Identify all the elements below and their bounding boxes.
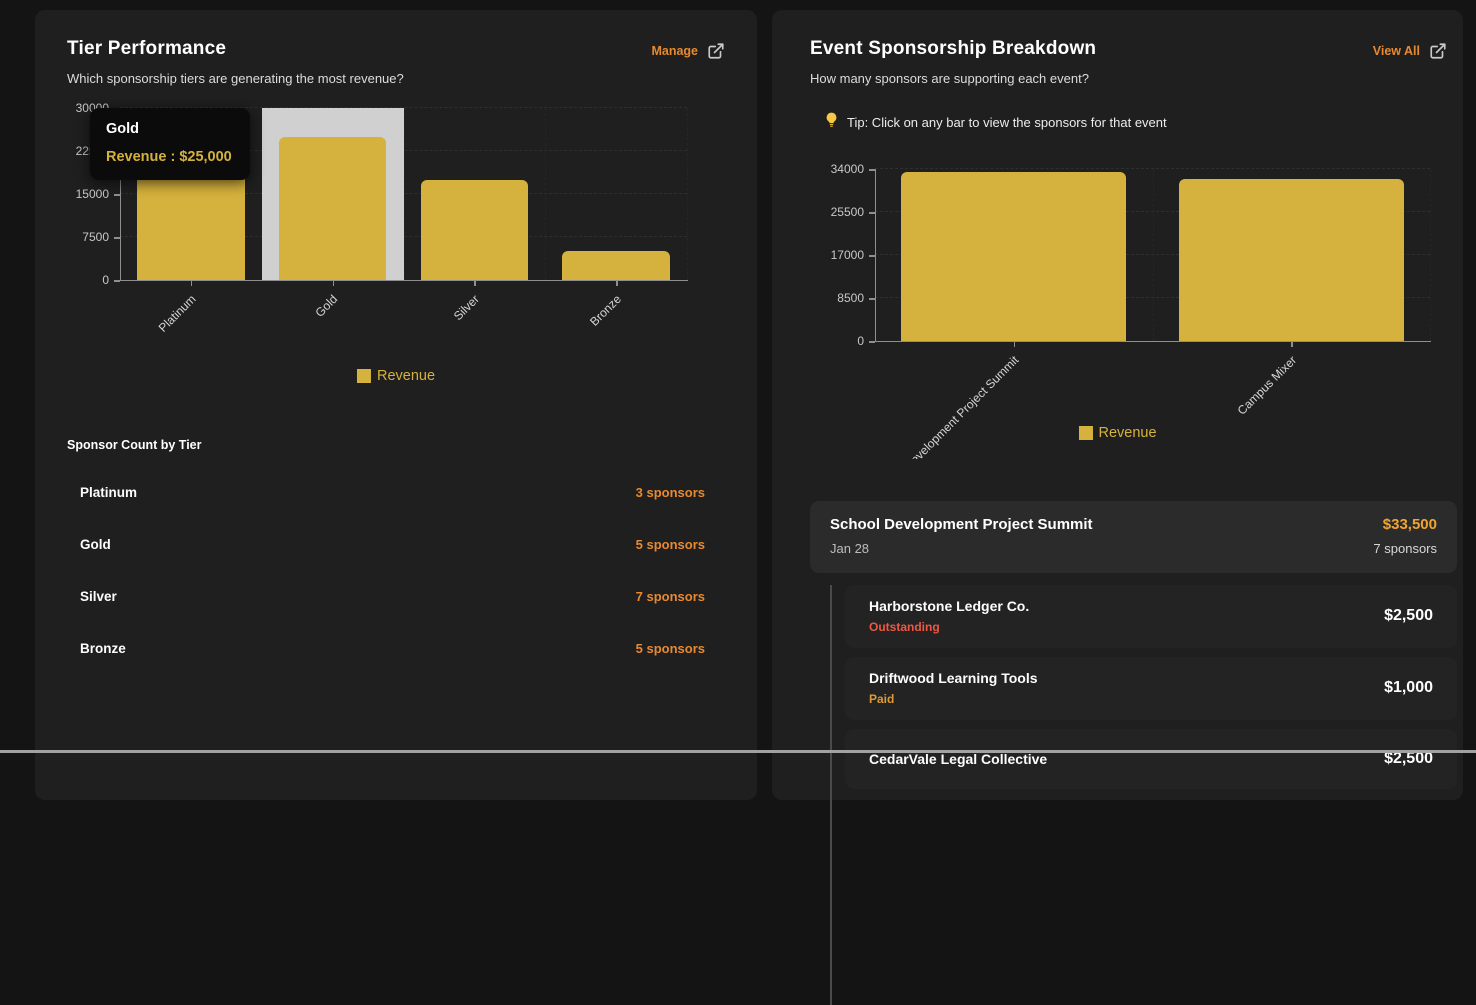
tier-sponsor-count: 5 sponsors xyxy=(636,641,705,656)
tier-sponsor-count: 3 sponsors xyxy=(636,485,705,500)
tip-row: Tip: Click on any bar to view the sponso… xyxy=(824,112,1463,133)
bar-campus-mixer[interactable] xyxy=(1179,179,1404,341)
y-axis-tick-label: 0 xyxy=(67,273,109,287)
tier-revenue-bar-chart: 07500150002250030000PlatinumGoldSilverBr… xyxy=(67,98,725,398)
x-axis-label: Gold xyxy=(313,292,341,320)
event-total-amount: $33,500 xyxy=(1383,516,1437,533)
event-sponsor-count: 7 sponsors xyxy=(1373,541,1437,556)
tip-text: Tip: Click on any bar to view the sponso… xyxy=(847,115,1167,130)
gridline-vertical xyxy=(545,108,546,280)
gridline-vertical xyxy=(687,108,688,280)
y-axis-tick-label: 34000 xyxy=(772,162,864,176)
x-axis-label: Campus Mixer xyxy=(1235,353,1300,418)
x-axis-label: School Development Project Summit xyxy=(874,353,1022,459)
sponsor-status-badge: Paid xyxy=(869,692,1038,706)
tier-label: Silver xyxy=(80,589,117,604)
tooltip-value: Revenue : $25,000 xyxy=(106,149,232,165)
sponsor-info: Driftwood Learning Tools Paid xyxy=(869,670,1038,706)
bar-silver[interactable] xyxy=(421,180,529,280)
gridline-vertical xyxy=(1153,169,1154,341)
gridline-vertical xyxy=(404,108,405,280)
tier-row-platinum: Platinum 3 sponsors xyxy=(67,466,725,518)
tier-sponsor-count: 7 sponsors xyxy=(636,589,705,604)
legend-revenue[interactable]: Revenue xyxy=(357,368,435,384)
sponsor-count-heading: Sponsor Count by Tier xyxy=(67,438,725,452)
sponsor-name: Harborstone Ledger Co. xyxy=(869,598,1029,614)
sponsor-row-cedarvale[interactable]: CedarVale Legal Collective $2,500 xyxy=(845,729,1457,789)
event-sponsor-list: Harborstone Ledger Co. Outstanding $2,50… xyxy=(830,585,1457,1005)
legend-swatch xyxy=(357,369,371,383)
x-axis-line xyxy=(119,280,688,281)
bar-gold[interactable] xyxy=(279,137,387,280)
y-axis-tick-label: 25500 xyxy=(772,205,864,219)
y-axis-tick-label: 0 xyxy=(772,334,864,348)
y-axis-tick-label: 7500 xyxy=(67,230,109,244)
tooltip-title: Gold xyxy=(106,121,232,137)
panel-title: Event Sponsorship Breakdown xyxy=(810,38,1096,60)
sponsor-status-badge: Outstanding xyxy=(869,620,1029,634)
panel-subtitle: Which sponsorship tiers are generating t… xyxy=(67,71,404,86)
event-breakdown-header: Event Sponsorship Breakdown How many spo… xyxy=(772,38,1463,86)
event-name: School Development Project Summit xyxy=(830,516,1093,533)
sponsor-amount: $1,000 xyxy=(1384,679,1433,697)
sponsor-list-connector-line xyxy=(830,585,832,1005)
chart-tooltip: Gold Revenue : $25,000 xyxy=(90,108,250,180)
sponsor-name: Driftwood Learning Tools xyxy=(869,670,1038,686)
legend-label: Revenue xyxy=(377,368,435,384)
tier-label: Platinum xyxy=(80,485,137,500)
legend-swatch xyxy=(1078,426,1092,440)
gridline-vertical xyxy=(1430,169,1431,341)
y-axis-tick-label: 15000 xyxy=(67,187,109,201)
legend-revenue[interactable]: Revenue xyxy=(1078,425,1156,441)
event-date: Jan 28 xyxy=(830,541,869,556)
event-revenue-bar-chart: 0 8500 17000 25500 34000 School Development P… xyxy=(772,143,1463,459)
x-axis-label: Silver xyxy=(451,292,482,323)
sponsor-count-rows: Platinum 3 sponsors Gold 5 sponsors Silv… xyxy=(67,466,725,674)
manage-link-label: Manage xyxy=(651,44,698,58)
bar-bronze[interactable] xyxy=(562,251,670,280)
panel-subtitle: How many sponsors are supporting each ev… xyxy=(810,71,1096,86)
event-summary-row2: Jan 28 7 sponsors xyxy=(830,541,1437,556)
event-breakdown-heading-block: Event Sponsorship Breakdown How many spo… xyxy=(810,38,1096,86)
tier-performance-header: Tier Performance Which sponsorship tiers… xyxy=(67,38,725,86)
view-all-link[interactable]: View All xyxy=(1373,42,1447,60)
sponsor-row-driftwood[interactable]: Driftwood Learning Tools Paid $1,000 xyxy=(845,657,1457,720)
panel-title: Tier Performance xyxy=(67,38,404,60)
sponsor-row-harborstone[interactable]: Harborstone Ledger Co. Outstanding $2,50… xyxy=(845,585,1457,648)
tier-row-gold: Gold 5 sponsors xyxy=(67,518,725,570)
y-axis-tick-label: 17000 xyxy=(772,248,864,262)
x-axis-label: Platinum xyxy=(156,292,199,335)
x-axis-line xyxy=(874,341,1431,342)
dashboard-page: { "colors": { "bar": "#d5b23d", "accent_… xyxy=(0,0,1476,753)
sponsor-count-section: Sponsor Count by Tier Platinum 3 sponsor… xyxy=(67,438,725,674)
y-axis-tick-label: 8500 xyxy=(772,291,864,305)
tier-label: Gold xyxy=(80,537,111,552)
lightbulb-icon xyxy=(824,112,839,133)
tier-row-silver: Silver 7 sponsors xyxy=(67,570,725,622)
manage-link[interactable]: Manage xyxy=(651,42,725,60)
tier-row-bronze: Bronze 5 sponsors xyxy=(67,622,725,674)
tier-performance-panel: Tier Performance Which sponsorship tiers… xyxy=(35,10,757,800)
sponsor-amount: $2,500 xyxy=(1384,607,1433,625)
event-sponsorship-panel: Event Sponsorship Breakdown How many spo… xyxy=(772,10,1463,800)
tier-label: Bronze xyxy=(80,641,126,656)
bar-school-development-project-summit[interactable] xyxy=(901,172,1126,341)
view-all-link-label: View All xyxy=(1373,44,1420,58)
legend-label: Revenue xyxy=(1098,425,1156,441)
event-summary-row1: School Development Project Summit $33,50… xyxy=(830,516,1437,533)
x-axis-label: Bronze xyxy=(587,292,624,329)
tier-performance-heading-block: Tier Performance Which sponsorship tiers… xyxy=(67,38,404,86)
external-link-icon xyxy=(707,42,725,60)
sponsor-info: Harborstone Ledger Co. Outstanding xyxy=(869,598,1029,634)
external-link-icon xyxy=(1429,42,1447,60)
event-summary-card: School Development Project Summit $33,50… xyxy=(810,501,1457,573)
tier-sponsor-count: 5 sponsors xyxy=(636,537,705,552)
y-axis-line xyxy=(875,169,876,341)
